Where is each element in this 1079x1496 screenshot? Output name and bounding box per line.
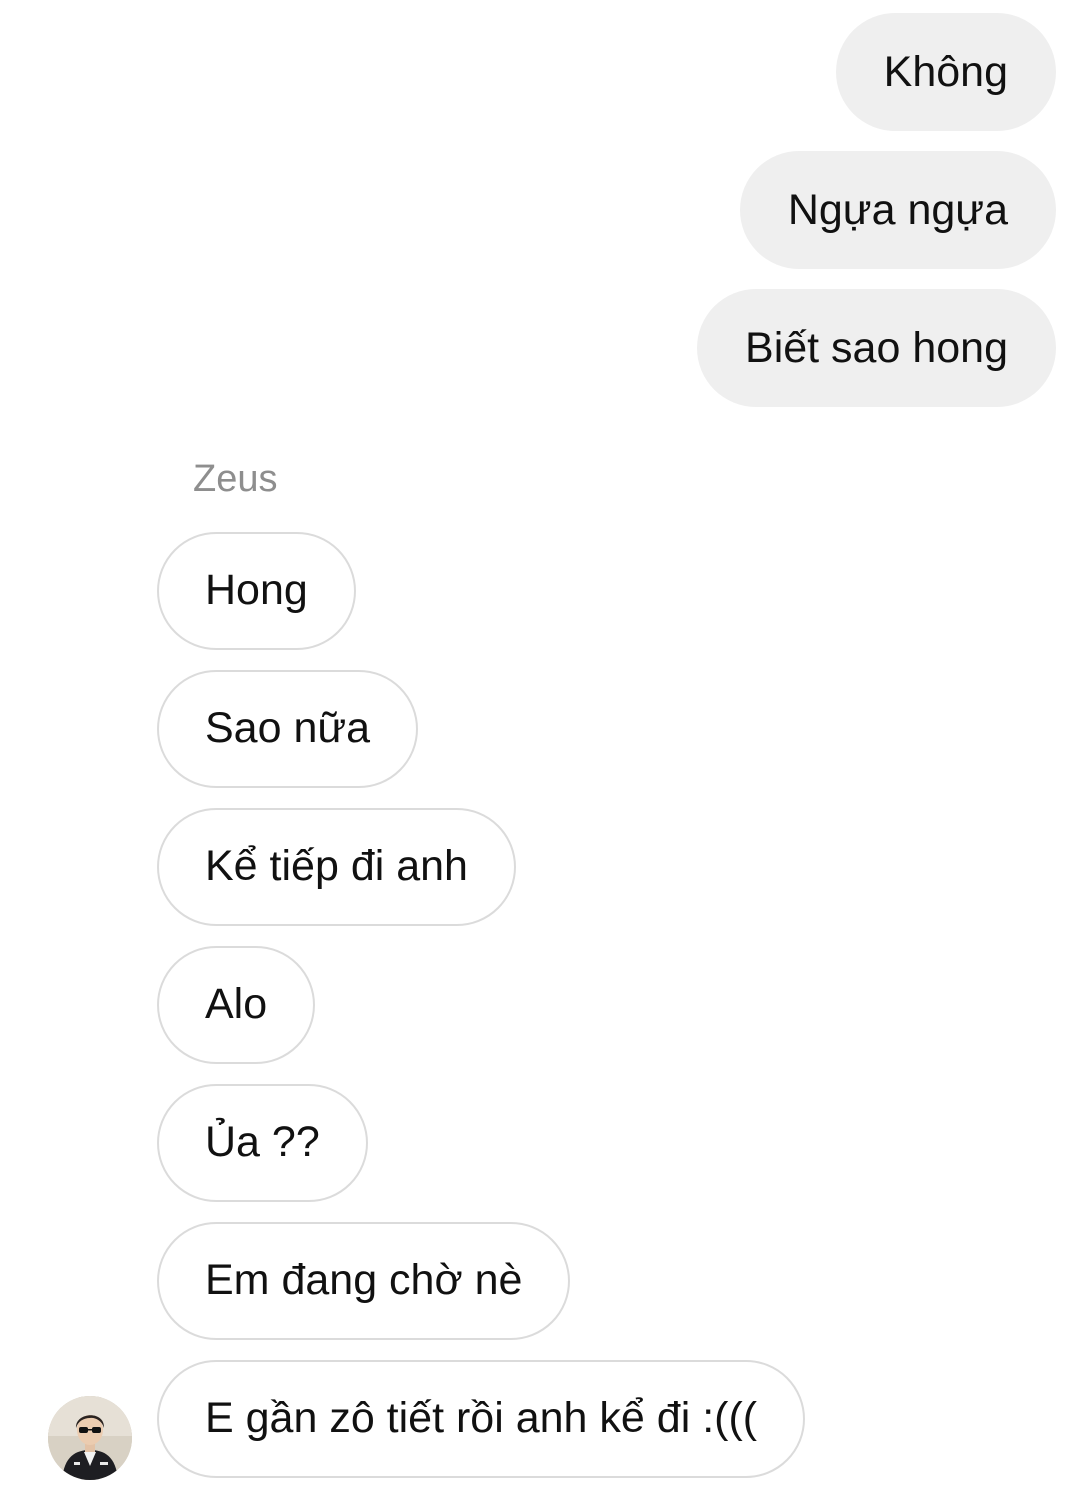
message-text: Ủa ?? [205,1118,320,1166]
received-message[interactable]: Kể tiếp đi anh [157,808,516,926]
received-message[interactable]: Hong [157,532,356,650]
message-text: Sao nữa [205,704,371,752]
avatar[interactable] [48,1396,132,1480]
received-message[interactable]: Em đang chờ nè [157,1222,571,1340]
person-photo-icon [48,1396,132,1480]
received-message[interactable]: Ủa ?? [157,1084,368,1202]
message-text: Alo [205,980,268,1028]
received-message[interactable]: Sao nữa [157,670,419,788]
sent-message[interactable]: Biết sao hong [697,289,1056,407]
message-text: Hong [205,566,308,614]
received-message[interactable]: Alo [157,946,316,1064]
received-message[interactable]: E gần zô tiết rồi anh kể đi :((( [157,1360,806,1478]
message-text: Ngựa ngựa [787,186,1008,234]
message-text: Kể tiếp đi anh [205,842,468,890]
message-text: Không [883,48,1008,96]
message-text: Biết sao hong [745,324,1008,372]
sender-name: Zeus [193,458,278,500]
sent-message[interactable]: Không [835,13,1056,131]
message-text: Em đang chờ nè [205,1256,523,1304]
message-text: E gần zô tiết rồi anh kể đi :((( [205,1394,758,1442]
sent-message[interactable]: Ngựa ngựa [739,151,1056,269]
